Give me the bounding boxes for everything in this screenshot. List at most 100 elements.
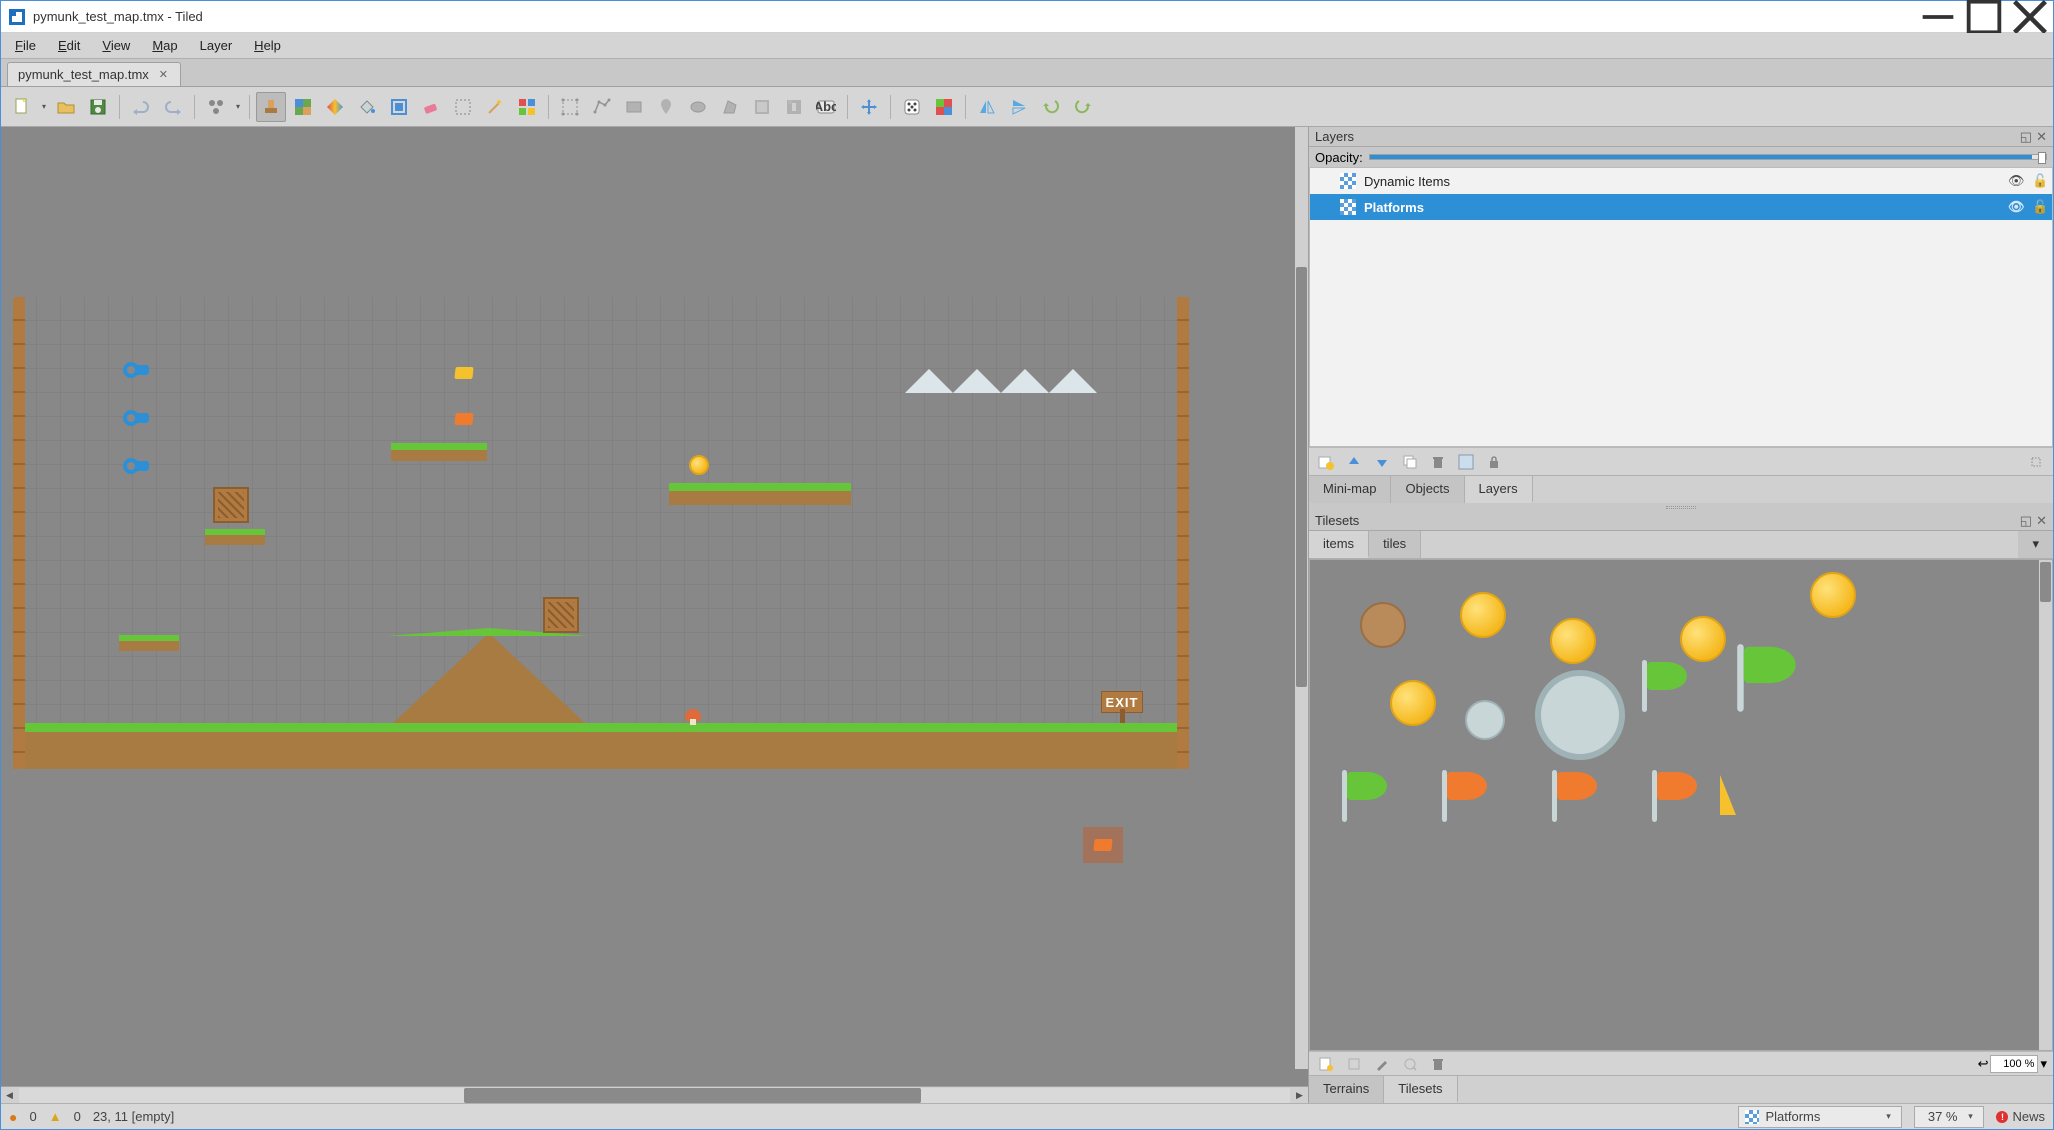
undo-button[interactable] <box>126 92 156 122</box>
document-tab[interactable]: pymunk_test_map.tmx ✕ <box>7 62 181 86</box>
visibility-icon[interactable]: 👁 <box>2008 173 2024 189</box>
tileset-item-coin-gold[interactable] <box>1460 592 1506 638</box>
edit-polygons-button[interactable] <box>587 92 617 122</box>
rect-select-button[interactable] <box>448 92 478 122</box>
panel-popout-icon[interactable]: ◱ <box>2020 129 2032 145</box>
maximize-button[interactable] <box>1961 1 2007 33</box>
insert-point-button[interactable] <box>651 92 681 122</box>
highlight-layer-button[interactable] <box>2025 451 2047 473</box>
insert-ellipse-button[interactable] <box>683 92 713 122</box>
insert-tile-button[interactable] <box>747 92 777 122</box>
new-tileset-button[interactable] <box>1315 1053 1337 1075</box>
close-button[interactable] <box>2007 1 2053 33</box>
minimize-button[interactable] <box>1915 1 1961 33</box>
tab-objects[interactable]: Objects <box>1391 476 1464 503</box>
tileset-item-coin-silver[interactable] <box>1465 700 1505 740</box>
scroll-right-icon[interactable]: ▶ <box>1291 1087 1308 1104</box>
duplicate-layer-button[interactable] <box>1399 451 1421 473</box>
move-tool-button[interactable] <box>854 92 884 122</box>
tileset-item-flag-green[interactable] <box>1735 644 1782 678</box>
lock-icon[interactable]: 🔓 <box>2032 173 2048 189</box>
tileset-item-flag-orange[interactable] <box>1440 770 1476 796</box>
bucket-fill-button[interactable] <box>352 92 382 122</box>
tileset-item-flag-green[interactable] <box>1640 660 1676 686</box>
tileset-tabs-dropdown[interactable]: ▾ <box>2018 531 2053 558</box>
map-horizontal-scrollbar[interactable]: ◀ ▶ <box>1 1086 1308 1103</box>
tab-minimap[interactable]: Mini-map <box>1309 476 1391 503</box>
export-tileset-button[interactable] <box>1399 1053 1421 1075</box>
insert-polygon-button[interactable] <box>715 92 745 122</box>
command-dropdown[interactable]: ▾ <box>233 102 243 111</box>
menu-edit[interactable]: Edit <box>48 36 90 55</box>
terrain-brush-button[interactable] <box>288 92 318 122</box>
warning-icon[interactable]: ▲ <box>49 1109 62 1124</box>
tileset-zoom-input[interactable] <box>1990 1055 2038 1073</box>
tileset-item-flag-green[interactable] <box>1340 770 1376 796</box>
panel-close-icon[interactable]: ✕ <box>2036 129 2047 145</box>
tab-terrains[interactable]: Terrains <box>1309 1076 1384 1103</box>
new-layer-button[interactable] <box>1315 451 1337 473</box>
save-file-button[interactable] <box>83 92 113 122</box>
move-layer-up-button[interactable] <box>1343 451 1365 473</box>
stamp-brush-button[interactable] <box>256 92 286 122</box>
tab-tileset-items[interactable]: items <box>1309 531 1369 558</box>
open-file-button[interactable] <box>51 92 81 122</box>
insert-rectangle-button[interactable] <box>619 92 649 122</box>
tileset-dynamic-wrap-icon[interactable]: ↩ <box>1978 1056 1989 1072</box>
insert-text-button[interactable]: Abc <box>811 92 841 122</box>
tileset-item-flag-orange[interactable] <box>1550 770 1586 796</box>
map-canvas[interactable]: EXIT <box>1 127 1308 1086</box>
document-tab-close-icon[interactable]: ✕ <box>157 68 170 81</box>
tileset-zoom-dropdown[interactable]: ▾ <box>2040 1056 2047 1072</box>
insert-template-button[interactable] <box>779 92 809 122</box>
obj-select-button[interactable] <box>555 92 585 122</box>
redo-button[interactable] <box>158 92 188 122</box>
tileset-item-coin-gold[interactable] <box>1550 618 1596 664</box>
rotate-left-button[interactable] <box>1036 92 1066 122</box>
command-button[interactable] <box>201 92 231 122</box>
shape-fill-button[interactable] <box>384 92 414 122</box>
menu-help[interactable]: Help <box>244 36 291 55</box>
tab-tilesets[interactable]: Tilesets <box>1384 1076 1457 1103</box>
flip-horizontal-button[interactable] <box>972 92 1002 122</box>
select-same-button[interactable] <box>512 92 542 122</box>
scroll-left-icon[interactable]: ◀ <box>1 1087 18 1104</box>
lock-icon[interactable]: 🔓 <box>2032 199 2048 215</box>
tileset-item-coin-bronze[interactable] <box>1360 602 1406 648</box>
opacity-slider[interactable] <box>1369 154 2047 160</box>
error-icon[interactable]: ● <box>9 1109 17 1125</box>
menu-map[interactable]: Map <box>142 36 187 55</box>
panel-popout-icon[interactable]: ◱ <box>2020 513 2032 529</box>
status-layer-selector[interactable]: Platforms ▾ <box>1738 1106 1902 1128</box>
magic-wand-button[interactable] <box>480 92 510 122</box>
panel-close-icon[interactable]: ✕ <box>2036 513 2047 529</box>
rotate-right-button[interactable] <box>1068 92 1098 122</box>
layer-item[interactable]: Platforms 👁 🔓 <box>1310 194 2052 220</box>
tileset-item-coin-silver-large[interactable] <box>1535 670 1625 760</box>
wang-fill-button[interactable] <box>929 92 959 122</box>
visibility-icon[interactable]: 👁 <box>2008 199 2024 215</box>
tileset-item-flag-yellow[interactable] <box>1720 775 1736 815</box>
panel-splitter[interactable] <box>1309 503 2053 511</box>
delete-layer-button[interactable] <box>1427 451 1449 473</box>
remove-tileset-button[interactable] <box>1427 1053 1449 1075</box>
tab-layers[interactable]: Layers <box>1465 476 1533 503</box>
tileset-item-flag-orange[interactable] <box>1650 770 1686 796</box>
lock-layers-button[interactable] <box>1483 451 1505 473</box>
new-file-button[interactable] <box>7 92 37 122</box>
menu-file[interactable]: File <box>5 36 46 55</box>
tileset-vertical-scrollbar[interactable] <box>2039 560 2052 1050</box>
embed-tileset-button[interactable] <box>1343 1053 1365 1075</box>
wang-brush-button[interactable] <box>320 92 350 122</box>
eraser-button[interactable] <box>416 92 446 122</box>
status-zoom-selector[interactable]: 37 % ▾ <box>1914 1106 1984 1128</box>
flip-vertical-button[interactable] <box>1004 92 1034 122</box>
tileset-item-coin-gold[interactable] <box>1680 616 1726 662</box>
tileset-item-coin-gold[interactable] <box>1810 572 1856 618</box>
menu-view[interactable]: View <box>92 36 140 55</box>
edit-tileset-button[interactable] <box>1371 1053 1393 1075</box>
toggle-other-layers-button[interactable] <box>1455 451 1477 473</box>
layer-item[interactable]: Dynamic Items 👁 🔓 <box>1310 168 2052 194</box>
new-file-dropdown[interactable]: ▾ <box>39 102 49 111</box>
map-vertical-scrollbar[interactable] <box>1295 127 1308 1069</box>
